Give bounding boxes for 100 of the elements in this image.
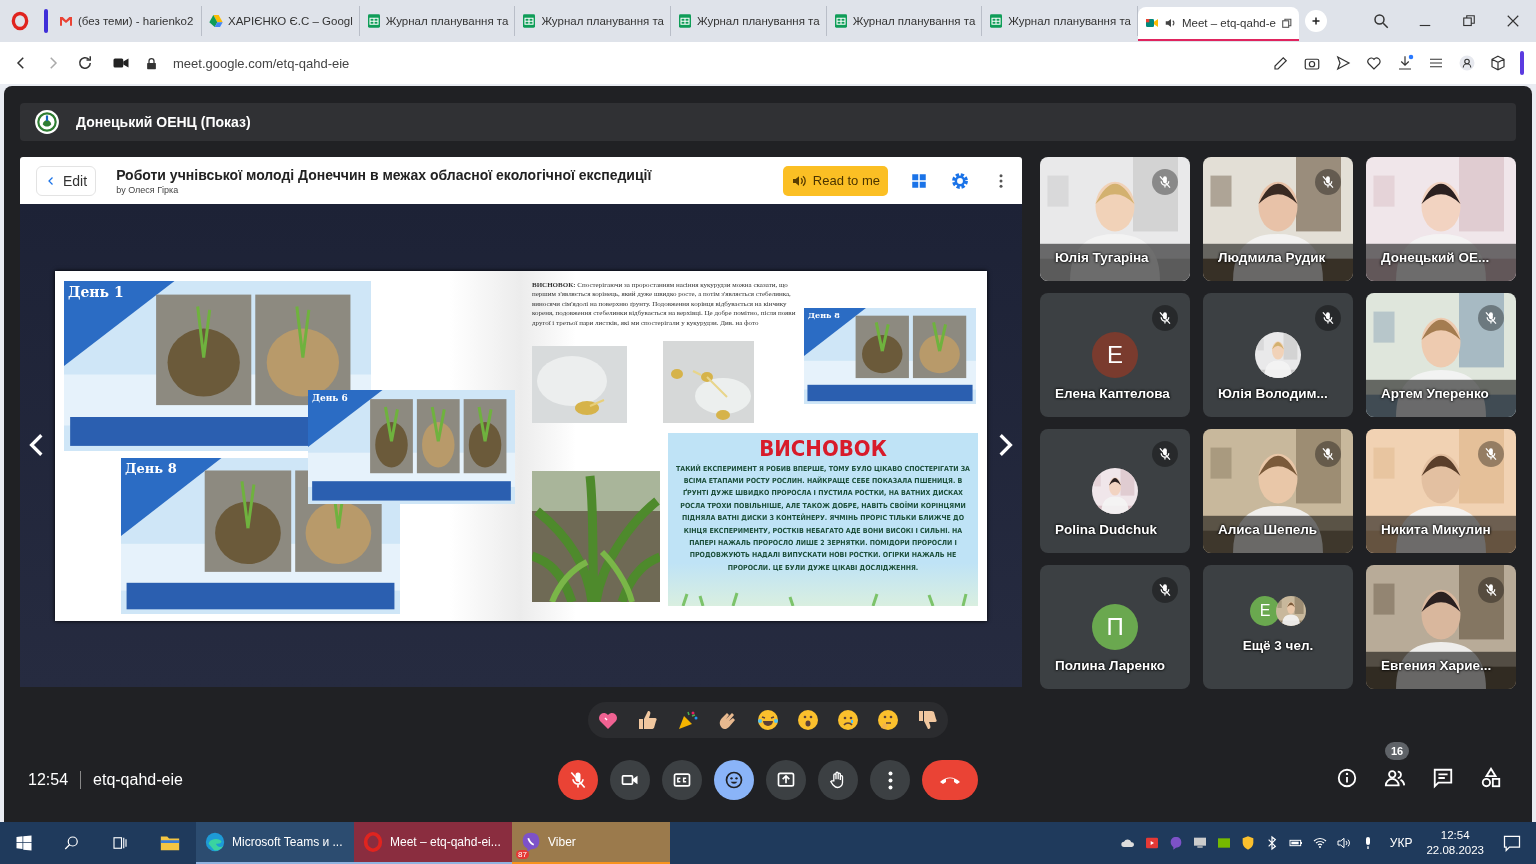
send-icon[interactable]: [1334, 54, 1352, 72]
participant-name: Елена Каптелова: [1055, 386, 1170, 401]
grid-icon[interactable]: [910, 171, 928, 190]
participant-name: Никита Микулин: [1381, 522, 1491, 537]
participant-name: Донецький ОЕ...: [1381, 250, 1490, 265]
spreadsheet-icon: [365, 13, 382, 29]
participant-name: Юлія Тугаріна: [1055, 250, 1149, 265]
slide-label: День 8: [808, 309, 840, 320]
thumbs-up-icon[interactable]: [636, 708, 660, 732]
raise-hand-button[interactable]: [818, 760, 858, 800]
browser-tab[interactable]: ХАРІЄНКО Є.С – Googl: [202, 6, 360, 36]
wifi-icon[interactable]: [1311, 835, 1328, 851]
participant-name: Юлія Володим...: [1218, 386, 1328, 401]
reactions-button[interactable]: [714, 760, 754, 800]
drive-icon: [208, 13, 224, 29]
heart-icon[interactable]: [1365, 54, 1383, 72]
copy-icon[interactable]: [1279, 16, 1293, 30]
cube-icon[interactable]: [1489, 54, 1507, 72]
leave-call-button[interactable]: [922, 760, 978, 800]
meeting-time: 12:54: [28, 771, 69, 789]
edit-button[interactable]: Edit: [36, 165, 97, 196]
author-text: by Олеся Гірка: [116, 184, 180, 195]
surprised-face-icon[interactable]: [796, 708, 820, 732]
clock-date[interactable]: 22.08.2023: [1426, 843, 1484, 858]
phone-bubble-icon: [520, 831, 542, 853]
info-icon[interactable]: [1336, 767, 1358, 789]
profile-icon[interactable]: [1458, 54, 1476, 72]
opera-logo-icon[interactable]: [10, 11, 30, 31]
captions-button[interactable]: [662, 760, 702, 800]
sidebar-strip: [44, 9, 48, 33]
avatar: Е: [1250, 596, 1280, 626]
url-text[interactable]: meet.google.com/etq-qahd-eie: [173, 55, 350, 71]
spreadsheet-icon: [521, 13, 538, 29]
volume-icon[interactable]: [1335, 835, 1352, 851]
graphics-icon[interactable]: [1215, 835, 1232, 851]
conclusion-title: ВИСНОВОК: [759, 434, 887, 463]
browser-tab[interactable]: Журнал планування та: [359, 6, 516, 36]
task-view-icon[interactable]: [111, 834, 129, 852]
edit-icon[interactable]: [1272, 54, 1290, 72]
meeting-title: Донецький ОЕНЦ (Показ): [76, 114, 251, 130]
clock-time[interactable]: 12:54: [1440, 828, 1470, 843]
media-icon[interactable]: [1143, 835, 1160, 851]
browser-tab[interactable]: (без теми) - harienko2: [52, 6, 202, 36]
sidebar-strip: [1520, 51, 1524, 75]
present-screen-button[interactable]: [766, 760, 806, 800]
settings-icon[interactable]: [950, 170, 970, 191]
taskbar-app[interactable]: Microsoft Teams и ...: [196, 822, 354, 864]
smiley-icon: [724, 770, 744, 790]
spreadsheet-icon: [988, 13, 1005, 29]
participant-name: Евгения Харие...: [1381, 658, 1492, 673]
participant-name: Ещё 3 чел.: [1241, 638, 1315, 653]
camera-button[interactable]: [610, 760, 650, 800]
notifications-icon[interactable]: [1502, 833, 1522, 853]
read-aloud-button[interactable]: Read to me: [782, 165, 888, 196]
present-screen-icon: [776, 770, 796, 790]
opera-logo-icon: [362, 831, 384, 853]
download-icon[interactable]: [1396, 54, 1414, 72]
notification-count-badge: 87: [516, 850, 529, 859]
browser-tab[interactable]: Meet – etq-qahd-e: [1137, 7, 1299, 41]
windows-start-icon[interactable]: [15, 834, 33, 852]
shapes-icon[interactable]: [1480, 767, 1502, 789]
thumbs-down-icon[interactable]: [916, 708, 940, 732]
taskbar-app[interactable]: 87 Viber: [512, 822, 670, 864]
more-options-button[interactable]: [870, 760, 910, 800]
participant-name: Полина Ларенко: [1055, 658, 1165, 673]
microphone-off-icon: [568, 770, 588, 790]
spreadsheet-icon: [832, 13, 849, 29]
meeting-code: etq-qahd-eie: [93, 771, 183, 789]
microphone-button[interactable]: [558, 760, 598, 800]
participant-name: Polina Dudchuk: [1055, 522, 1157, 537]
spreadsheet-icon: [677, 13, 693, 29]
emblem-icon: [34, 109, 60, 135]
browser-tab[interactable]: Журнал планування та: [671, 6, 827, 36]
participant-name: Людмила Рудик: [1218, 250, 1326, 265]
participant-name: Алиса Шепель: [1218, 522, 1318, 537]
sad-face-icon[interactable]: [836, 708, 860, 732]
keyboard-language[interactable]: УКР: [1389, 836, 1413, 850]
captions-icon: [672, 770, 692, 790]
lock-icon[interactable]: [144, 55, 159, 71]
participant-count-badge: 16: [1385, 742, 1410, 760]
book-title: Роботи учнівської молоді Донеччин в межах обласної екологічної експедиції: [116, 166, 652, 183]
browser-tab[interactable]: Журнал планування та: [982, 6, 1138, 36]
taskbar-app[interactable]: Meet – etq-qahd-ei...: [354, 822, 512, 864]
more-icon: [887, 770, 893, 790]
chat-icon[interactable]: [1432, 767, 1454, 789]
reload-icon[interactable]: [76, 54, 94, 72]
browser-tab[interactable]: Журнал планування та: [515, 6, 671, 36]
avatar: П: [1092, 604, 1138, 650]
search-icon[interactable]: [1372, 12, 1390, 30]
monitor-icon[interactable]: [1191, 835, 1208, 851]
browser-icon: [204, 831, 226, 853]
avatar: Е: [1092, 332, 1138, 378]
people-icon[interactable]: [1384, 767, 1406, 789]
new-tab-button[interactable]: [1304, 10, 1327, 32]
browser-tab[interactable]: Журнал планування та: [826, 6, 983, 36]
search-icon[interactable]: [63, 834, 81, 852]
phone-icon: [939, 775, 961, 785]
laughing-face-icon[interactable]: [756, 708, 780, 732]
participant-name: Артем Уперенко: [1381, 386, 1489, 401]
thinking-face-icon[interactable]: [876, 708, 900, 732]
